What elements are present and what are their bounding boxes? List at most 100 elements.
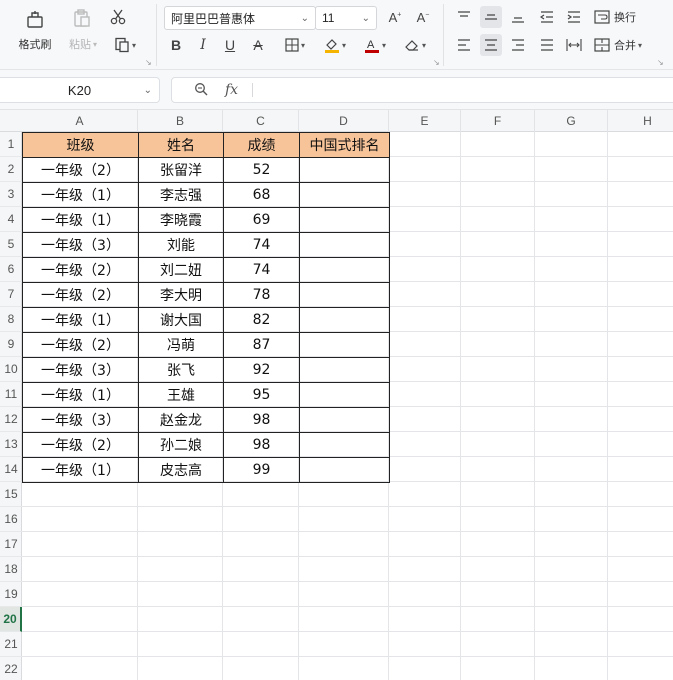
align-right-button[interactable] [507,34,529,56]
header-cell[interactable]: 中国式排名 [299,132,390,158]
table-cell[interactable]: 张留洋 [138,157,224,183]
clear-button[interactable]: ▾ [398,34,432,56]
table-cell[interactable]: 69 [223,207,300,233]
header-cell[interactable]: 成绩 [223,132,300,158]
table-cell[interactable]: 李大明 [138,282,224,308]
align-bottom-button[interactable] [507,6,529,28]
table-cell[interactable] [299,307,390,333]
table-cell[interactable]: 刘能 [138,232,224,258]
copy-button[interactable]: ▾ [108,34,142,56]
row-header-7[interactable]: 7 [0,282,22,307]
column-header-g[interactable]: G [535,110,608,132]
table-cell[interactable]: 一年级（2） [22,332,139,358]
align-middle-button[interactable] [480,6,502,28]
cell-area[interactable]: 班级 姓名 成绩 中国式排名 一年级（2） 张留洋 52 一年级（1） 李志强 68 一年级（1）李… [22,132,673,680]
underline-button[interactable]: U [220,34,240,56]
row-header-16[interactable]: 16 [0,507,22,532]
table-cell[interactable]: 82 [223,307,300,333]
align-top-button[interactable] [453,6,475,28]
row-header-3[interactable]: 3 [0,182,22,207]
format-painter-button[interactable] [18,6,52,34]
border-button[interactable]: ▾ [278,34,312,56]
table-cell[interactable]: 一年级（3） [22,357,139,383]
font-size-select[interactable]: 11 ⌄ [315,6,377,30]
table-cell[interactable]: 87 [223,332,300,358]
formula-input[interactable]: fx [171,77,673,103]
table-cell[interactable]: 谢大国 [138,307,224,333]
dialog-launcher-icon[interactable]: ↘ [145,58,152,67]
table-cell[interactable]: 一年级（1） [22,182,139,208]
header-cell[interactable]: 班级 [22,132,139,158]
row-header-1[interactable]: 1 [0,132,22,157]
row-header-13[interactable]: 13 [0,432,22,457]
table-cell[interactable] [299,182,390,208]
distribute-button[interactable] [563,34,585,56]
table-cell[interactable]: 98 [223,407,300,433]
table-cell[interactable]: 李晓霞 [138,207,224,233]
decrease-font-button[interactable]: A− [413,7,433,27]
row-header-17[interactable]: 17 [0,532,22,557]
column-header-h[interactable]: H [608,110,673,132]
table-cell[interactable]: 74 [223,232,300,258]
table-cell[interactable] [299,207,390,233]
name-box[interactable]: K20 ⌄ [0,77,160,103]
row-header-9[interactable]: 9 [0,332,22,357]
strikethrough-button[interactable]: A [248,34,268,56]
table-cell[interactable]: 78 [223,282,300,308]
row-header-20[interactable]: 20 [0,607,22,632]
table-cell[interactable]: 一年级（2） [22,257,139,283]
table-cell[interactable]: 一年级（3） [22,407,139,433]
zoom-icon[interactable] [194,82,208,99]
table-cell[interactable]: 李志强 [138,182,224,208]
italic-button[interactable]: I [193,34,213,56]
paste-button[interactable] [68,6,96,30]
table-cell[interactable] [299,332,390,358]
table-cell[interactable]: 一年级（1） [22,307,139,333]
table-cell[interactable]: 王雄 [138,382,224,408]
row-header-5[interactable]: 5 [0,232,22,257]
table-cell[interactable]: 98 [223,432,300,458]
fill-color-button[interactable]: ▾ [318,34,352,56]
table-cell[interactable]: 冯萌 [138,332,224,358]
table-cell[interactable] [299,157,390,183]
table-cell[interactable]: 一年级（2） [22,282,139,308]
dialog-launcher-icon[interactable]: ↘ [433,58,440,67]
table-cell[interactable]: 一年级（2） [22,157,139,183]
table-cell[interactable]: 赵金龙 [138,407,224,433]
table-cell[interactable]: 刘二妞 [138,257,224,283]
column-header-c[interactable]: C [223,110,299,132]
bold-button[interactable]: B [166,34,186,56]
row-header-21[interactable]: 21 [0,632,22,657]
table-cell[interactable]: 68 [223,182,300,208]
indent-decrease-button[interactable] [536,6,558,28]
column-header-b[interactable]: B [138,110,223,132]
font-color-button[interactable]: A ▾ [358,34,392,56]
table-cell[interactable]: 一年级（2） [22,432,139,458]
row-header-19[interactable]: 19 [0,582,22,607]
row-header-2[interactable]: 2 [0,157,22,182]
increase-font-button[interactable]: A+ [385,7,405,27]
row-header-12[interactable]: 12 [0,407,22,432]
row-header-4[interactable]: 4 [0,207,22,232]
align-left-button[interactable] [453,34,475,56]
column-header-a[interactable]: A [22,110,138,132]
merge-button[interactable]: 合并 ▾ [594,34,658,56]
row-header-11[interactable]: 11 [0,382,22,407]
font-name-select[interactable]: 阿里巴巴普惠体 ⌄ [164,6,316,30]
column-header-d[interactable]: D [299,110,389,132]
row-header-8[interactable]: 8 [0,307,22,332]
table-cell[interactable] [299,357,390,383]
table-cell[interactable]: 一年级（1） [22,457,139,483]
table-cell[interactable]: 张飞 [138,357,224,383]
paste-menu[interactable]: 粘贴 ▾ [62,36,104,52]
table-cell[interactable]: 99 [223,457,300,483]
row-header-18[interactable]: 18 [0,557,22,582]
table-cell[interactable]: 92 [223,357,300,383]
table-cell[interactable]: 一年级（3） [22,232,139,258]
cut-button[interactable] [106,6,130,28]
fx-icon[interactable]: fx [225,82,238,98]
table-cell[interactable]: 74 [223,257,300,283]
row-header-14[interactable]: 14 [0,457,22,482]
table-cell[interactable] [299,232,390,258]
column-header-e[interactable]: E [389,110,461,132]
